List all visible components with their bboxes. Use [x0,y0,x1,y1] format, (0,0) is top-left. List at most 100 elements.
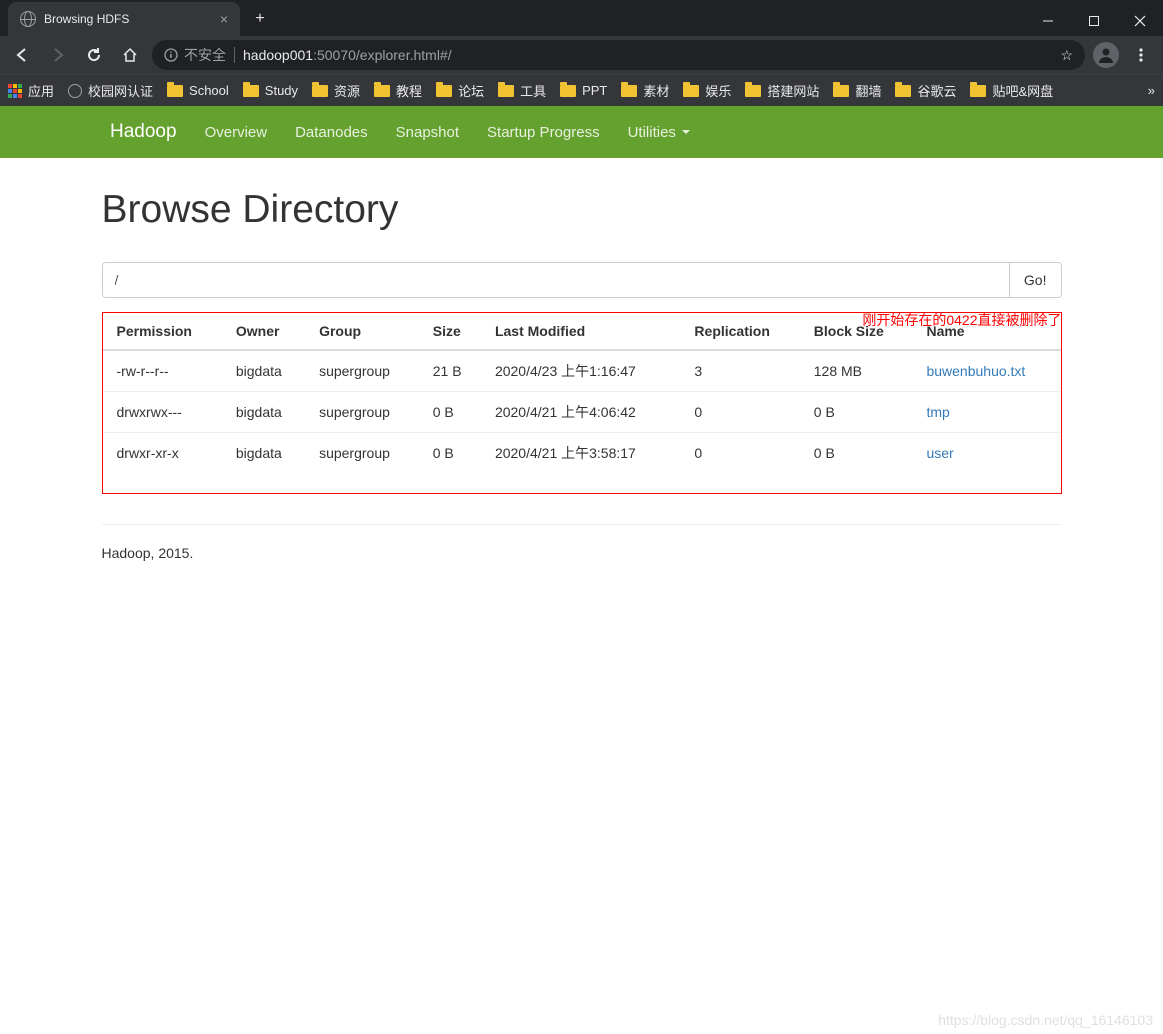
cell-modified: 2020/4/21 上午4:06:42 [481,392,680,433]
cell-replication: 3 [680,350,799,392]
account-avatar[interactable] [1093,42,1119,68]
file-link[interactable]: user [926,445,953,461]
home-button[interactable] [116,41,144,69]
page-heading: Browse Directory [102,188,1062,232]
bookmark-folder[interactable]: Study [243,83,298,98]
close-tab-icon[interactable]: × [220,11,228,27]
bookmark-overflow-icon[interactable]: » [1148,83,1155,98]
footer-text: Hadoop, 2015. [102,545,1062,561]
bookmark-folder[interactable]: 贴吧&网盘 [970,81,1053,100]
insecure-label: 不安全 [184,45,226,65]
hadoop-navbar: Hadoop Overview Datanodes Snapshot Start… [0,106,1163,158]
globe-icon [68,84,82,98]
window-controls [1025,6,1163,36]
cell-size: 21 B [419,350,481,392]
bookmark-item[interactable]: 校园网认证 [68,81,153,100]
forward-button[interactable] [44,41,72,69]
table-row: drwxr-xr-xbigdatasupergroup0 B2020/4/21 … [103,433,1061,474]
cell-name: tmp [912,392,1060,433]
bookmark-folder[interactable]: School [167,83,229,98]
bookmark-folder[interactable]: 论坛 [436,81,484,100]
address-bar[interactable]: 不安全 hadoop001:50070/explorer.html#/ ☆ [152,40,1085,70]
cell-replication: 0 [680,392,799,433]
bookmark-folder[interactable]: 教程 [374,81,422,100]
folder-icon [895,85,911,97]
annotation-text: 刚开始存在的0422直接被删除了 [102,310,1062,330]
cell-replication: 0 [680,433,799,474]
nav-overview[interactable]: Overview [205,124,268,141]
folder-icon [683,85,699,97]
bookmark-folder[interactable]: 翻墙 [833,81,881,100]
cell-blocksize: 0 B [800,392,913,433]
nav-snapshot[interactable]: Snapshot [396,124,459,141]
cell-permission: -rw-r--r-- [103,350,222,392]
back-button[interactable] [8,41,36,69]
nav-utilities[interactable]: Utilities [628,124,690,141]
apps-label: 应用 [28,81,54,100]
file-table: Permission Owner Group Size Last Modifie… [103,313,1061,473]
nav-datanodes[interactable]: Datanodes [295,124,368,141]
cell-name: buwenbuhuo.txt [912,350,1060,392]
file-link[interactable]: buwenbuhuo.txt [926,363,1025,379]
folder-icon [498,85,514,97]
cell-owner: bigdata [222,350,305,392]
folder-icon [243,85,259,97]
cell-modified: 2020/4/23 上午1:16:47 [481,350,680,392]
cell-group: supergroup [305,433,419,474]
watermark: https://blog.csdn.net/qq_16146103 [938,1012,1153,1028]
separator [234,47,235,63]
folder-icon [745,85,761,97]
bookmark-folder[interactable]: 素材 [621,81,669,100]
cell-blocksize: 128 MB [800,350,913,392]
cell-blocksize: 0 B [800,433,913,474]
folder-icon [560,85,576,97]
cell-name: user [912,433,1060,474]
nav-startup-progress[interactable]: Startup Progress [487,124,600,141]
bookmark-folder[interactable]: 搭建网站 [745,81,819,100]
folder-icon [374,85,390,97]
table-row: -rw-r--r--bigdatasupergroup21 B2020/4/23… [103,350,1061,392]
caret-down-icon [682,130,690,134]
bookmark-folder[interactable]: 娱乐 [683,81,731,100]
new-tab-button[interactable]: + [246,5,274,33]
insecure-badge: 不安全 [164,45,226,65]
bookmark-star-icon[interactable]: ☆ [1060,47,1073,64]
browser-toolbar: 不安全 hadoop001:50070/explorer.html#/ ☆ [0,36,1163,74]
folder-icon [621,85,637,97]
apps-grid-icon [8,84,22,98]
apps-button[interactable]: 应用 [8,81,54,100]
path-input[interactable] [102,262,1009,298]
path-input-group: Go! [102,262,1062,298]
url-host: hadoop001 [243,47,313,63]
reload-button[interactable] [80,41,108,69]
cell-size: 0 B [419,433,481,474]
folder-icon [833,85,849,97]
maximize-button[interactable] [1071,6,1117,36]
cell-group: supergroup [305,350,419,392]
cell-modified: 2020/4/21 上午3:58:17 [481,433,680,474]
bookmark-folder[interactable]: 资源 [312,81,360,100]
brand[interactable]: Hadoop [110,121,177,143]
close-window-button[interactable] [1117,6,1163,36]
folder-icon [970,85,986,97]
kebab-menu-icon[interactable] [1127,41,1155,69]
browser-tab[interactable]: Browsing HDFS × [8,2,240,36]
bookmark-folder[interactable]: 谷歌云 [895,81,956,100]
file-table-wrapper: Permission Owner Group Size Last Modifie… [102,312,1062,494]
cell-owner: bigdata [222,433,305,474]
go-button[interactable]: Go! [1009,262,1062,298]
bookmarks-bar: 应用 校园网认证 School Study 资源 教程 论坛 工具 PPT 素材… [0,74,1163,106]
tab-title: Browsing HDFS [44,12,220,26]
bookmark-folder[interactable]: PPT [560,83,607,98]
url-rest: :50070/explorer.html#/ [313,47,452,63]
cell-owner: bigdata [222,392,305,433]
table-row: drwxrwx---bigdatasupergroup 0 B 2020/4/21 … [103,392,1061,433]
footer-divider [102,524,1062,525]
info-icon [164,48,178,62]
cell-group: supergroup [305,392,419,433]
minimize-button[interactable] [1025,6,1071,36]
bookmark-folder[interactable]: 工具 [498,81,546,100]
file-link[interactable]: tmp [926,404,949,420]
globe-icon [20,11,36,27]
cell-permission: drwxrwx--- [103,392,222,433]
